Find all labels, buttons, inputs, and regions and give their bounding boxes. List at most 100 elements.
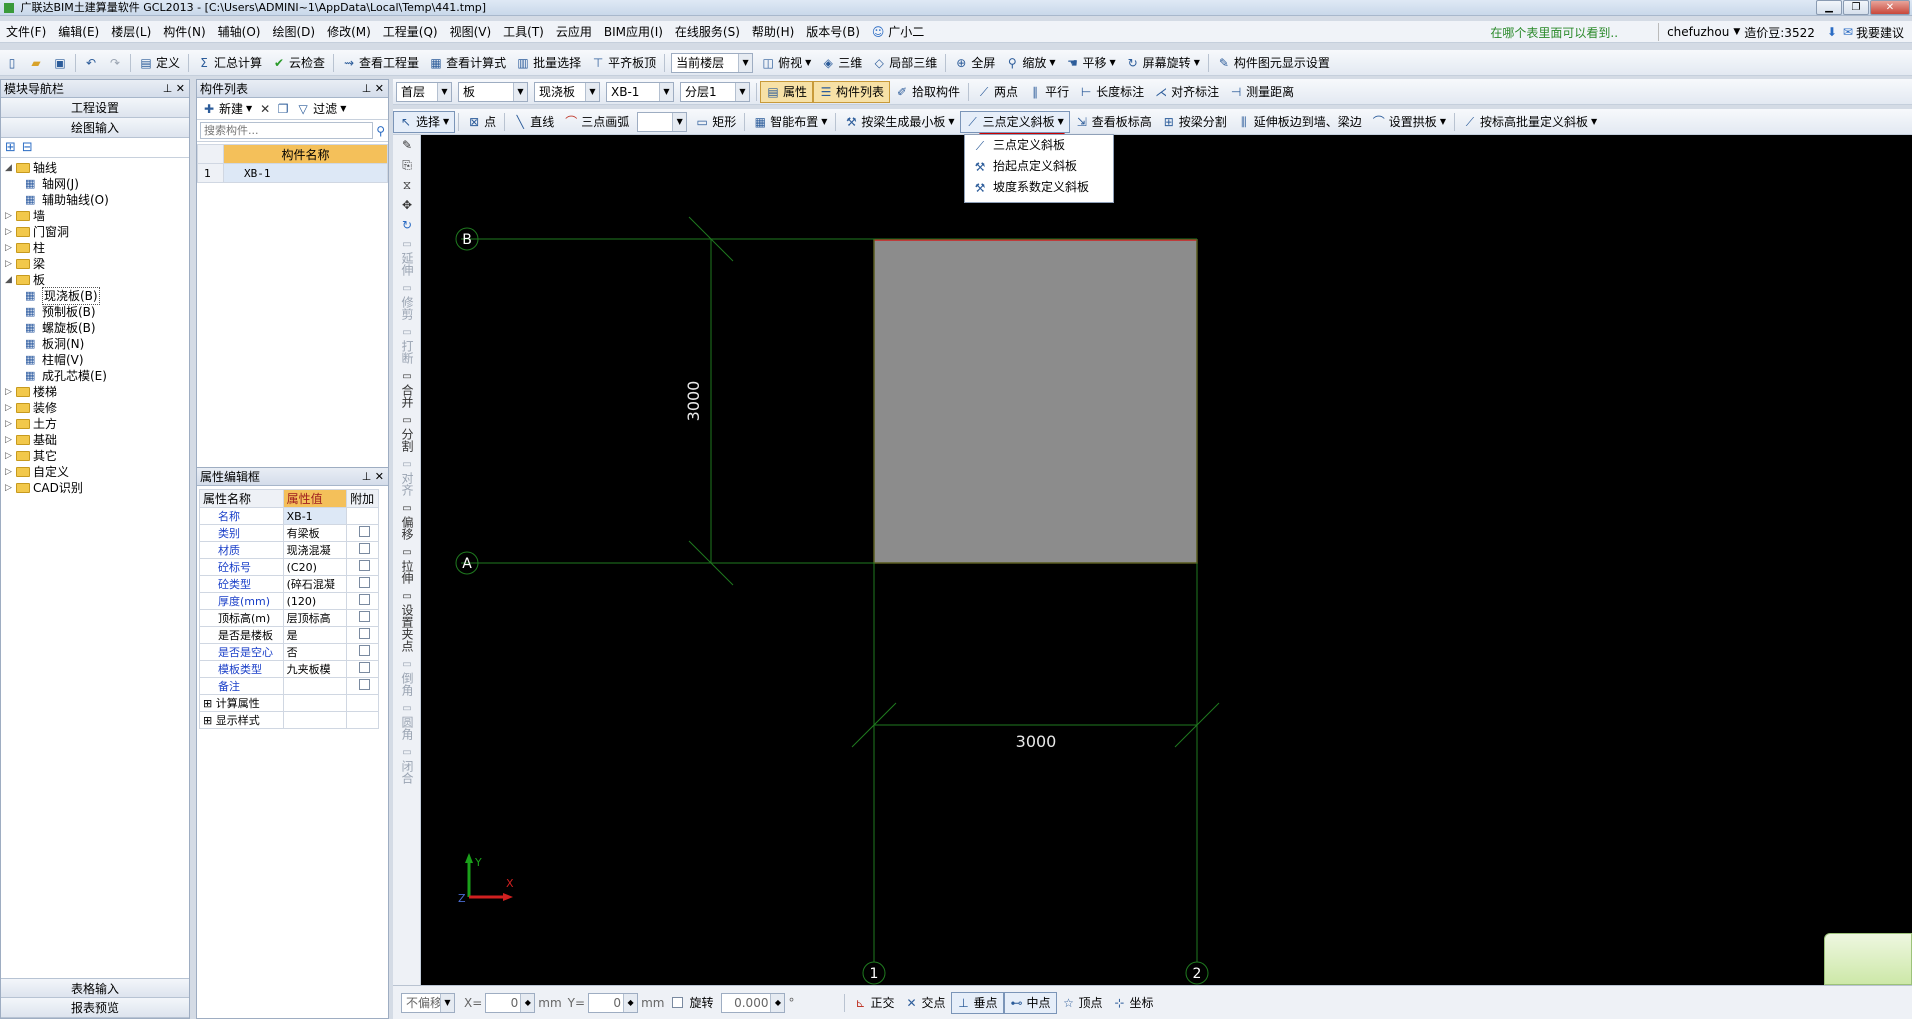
view-quantity-button[interactable]: ⇝ 查看工程量 (337, 52, 424, 74)
expand-icon[interactable]: ▷ (5, 432, 14, 448)
rotate-tool[interactable]: ↻ (393, 215, 421, 235)
property-value[interactable]: (C20) (282, 558, 348, 576)
cloud-check-button[interactable]: ✔ 云检查 (267, 52, 330, 74)
menu-item-slope-coefficient[interactable]: ⚒ 坡度系数定义斜板 (965, 177, 1113, 198)
property-value[interactable]: 现浇混凝 (282, 541, 348, 559)
property-value[interactable]: 是 (282, 626, 348, 644)
expand-icon[interactable]: ▷ (5, 400, 14, 416)
extra-checkbox[interactable] (358, 577, 370, 588)
property-value[interactable]: (碎石混凝 (282, 575, 348, 593)
two-points-button[interactable]: ⟋ 两点 (972, 81, 1023, 103)
pin-icon[interactable]: ⊥ ✕ (362, 80, 384, 98)
expand-icon[interactable]: ▷ (5, 464, 14, 480)
perpendicular-snap[interactable]: ⊥ 垂点 (950, 991, 1004, 1014)
view-formula-button[interactable]: ▦ 查看计算式 (424, 52, 511, 74)
menu-floor[interactable]: 楼层(L) (105, 21, 157, 43)
menu-tools[interactable]: 工具(T) (497, 21, 550, 43)
property-group-row[interactable]: ⊞ 显示样式 (199, 711, 379, 729)
report-preview-button[interactable]: 报表预览 (1, 998, 189, 1018)
user-menu[interactable]: chefuzhou (1667, 25, 1729, 39)
smart-layout-button[interactable]: ▦ 智能布置 ▼ (748, 111, 832, 133)
expand-icon[interactable]: ▷ (5, 416, 14, 432)
menu-bim[interactable]: BIM应用(I) (598, 21, 669, 43)
select-button[interactable]: ↖ 选择 ▼ (393, 110, 456, 133)
table-row[interactable]: 1 XB-1 (197, 163, 388, 183)
extra-checkbox[interactable] (358, 628, 370, 639)
property-group-row[interactable]: ⊞ 计算属性 (199, 694, 379, 712)
expand-icon[interactable]: ▷ (5, 224, 14, 240)
property-value[interactable]: 九夹板模 (282, 660, 348, 678)
vertex-snap[interactable]: ☆ 顶点 (1057, 992, 1108, 1014)
tree-item[interactable]: ▷ 墙 (5, 208, 189, 224)
close-button[interactable]: ✕ (1870, 0, 1910, 15)
filter-button[interactable]: ▽ 过滤 ▼ (294, 98, 348, 120)
floor-scope-combo[interactable]: 当前楼层 ▼ (671, 52, 754, 73)
tree-item[interactable]: ▷ 梁 (5, 256, 189, 272)
property-value[interactable]: 层顶标高 (282, 609, 348, 627)
property-value[interactable]: 有梁板 (282, 524, 348, 542)
menu-help[interactable]: 帮助(H) (746, 21, 800, 43)
vtool-9[interactable]: ▭ 倒角 (393, 655, 421, 699)
tree-item[interactable]: ▷ 柱 (5, 240, 189, 256)
new-component-button[interactable]: ✚ 新建 ▼ (200, 98, 254, 120)
arc-options-combo[interactable]: ▼ (637, 111, 688, 132)
menu-modify[interactable]: 修改(M) (321, 21, 377, 43)
tree-item[interactable]: ▷ 其它 (5, 448, 189, 464)
property-row[interactable]: 是否是空心否 (199, 643, 379, 661)
name-combo[interactable]: XB-1 ▼ (606, 81, 674, 102)
drawing-input-button[interactable]: 绘图输入 (1, 118, 189, 138)
expand-icon[interactable]: ⊞ (203, 714, 216, 727)
property-value[interactable]: XB-1 (282, 507, 348, 525)
table-input-button[interactable]: 表格输入 (1, 978, 189, 998)
tree-item[interactable]: ▦ 螺旋板(B) (5, 320, 189, 336)
top-view-button[interactable]: ◫ 俯视 ▼ (756, 52, 816, 74)
property-row[interactable]: 材质 现浇混凝 (199, 541, 379, 559)
layer-combo[interactable]: 分层1 ▼ (680, 81, 750, 102)
rotate-checkbox[interactable] (672, 997, 684, 1008)
redo-button[interactable]: ↷ (103, 52, 127, 74)
fullscreen-button[interactable]: ⊕ 全屏 (949, 52, 1000, 74)
expand-icon[interactable]: ⊞ (203, 697, 216, 710)
parallel-button[interactable]: ∥ 平行 (1023, 81, 1074, 103)
vtool-4[interactable]: ▭ 分割 (393, 411, 421, 455)
search-icon[interactable]: ⚲ (376, 124, 385, 138)
extra-checkbox[interactable] (358, 645, 370, 656)
expand-icon[interactable]: ▷ (5, 480, 14, 496)
user-dropdown-icon[interactable]: ▼ (1733, 27, 1740, 37)
line-button[interactable]: ╲ 直线 (508, 111, 559, 133)
tree-item[interactable]: ▷ 自定义 (5, 464, 189, 480)
expand-icon[interactable]: ▷ (5, 448, 14, 464)
y-input[interactable]: 0 ◆ (588, 992, 639, 1013)
component-list-toggle[interactable]: ☰ 构件列表 (813, 80, 891, 103)
info-icon[interactable]: ⬇ (1827, 25, 1837, 39)
pin-icon[interactable]: ⊥ ✕ (163, 80, 185, 98)
category-combo[interactable]: 板 ▼ (458, 81, 528, 102)
pencil-tool[interactable]: ✎ (393, 135, 421, 155)
menu-online[interactable]: 在线服务(S) (669, 21, 746, 43)
extra-checkbox[interactable] (358, 662, 370, 673)
batch-select-button[interactable]: ▥ 批量选择 (511, 52, 586, 74)
tree-item[interactable]: ▷ 装修 (5, 400, 189, 416)
mirror-tool[interactable]: ⧖ (393, 175, 421, 195)
vtool-1[interactable]: ▭ 修剪 (393, 279, 421, 323)
tree-item[interactable]: ▷ 土方 (5, 416, 189, 432)
expand-icon[interactable]: ▷ (5, 208, 14, 224)
property-row[interactable]: 是否是楼板是 (199, 626, 379, 644)
component-name-cell[interactable]: XB-1 (223, 163, 388, 183)
x-input[interactable]: 0 ◆ (485, 992, 536, 1013)
suggest-link[interactable]: 我要建议 (1856, 24, 1904, 41)
tree-item[interactable]: ▷ 楼梯 (5, 384, 189, 400)
extend-to-wall-button[interactable]: ⫼ 延伸板边到墙、梁边 (1232, 111, 1367, 133)
menu-version[interactable]: 版本号(B) (800, 21, 866, 43)
menu-file[interactable]: 文件(F) (0, 21, 52, 43)
extra-checkbox[interactable] (358, 526, 370, 537)
define-button[interactable]: ▤ 定义 (134, 52, 185, 74)
menu-view[interactable]: 视图(V) (444, 21, 498, 43)
tree-item[interactable]: ◢ 轴线 (5, 160, 189, 176)
menu-cloud[interactable]: 云应用 (550, 21, 598, 43)
expand-icon[interactable]: ▷ (5, 256, 14, 272)
beam-split-button[interactable]: ⊞ 按梁分割 (1157, 111, 1232, 133)
tree-item[interactable]: ▦ 柱帽(V) (5, 352, 189, 368)
intersection-snap[interactable]: ✕ 交点 (899, 992, 950, 1014)
extra-checkbox[interactable] (358, 679, 370, 690)
